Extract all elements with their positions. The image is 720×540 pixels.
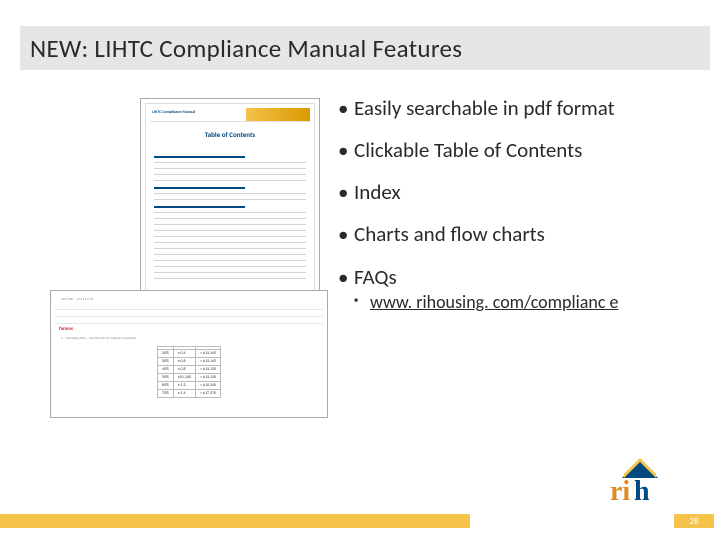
footer-accent-bar bbox=[0, 514, 470, 528]
bullet-list-container: Easily searchable in pdf format Clickabl… bbox=[338, 96, 696, 331]
feature-bullets: Easily searchable in pdf format Clickabl… bbox=[338, 96, 696, 313]
sub-bullet-item: www. rihousing. com/complianc e bbox=[354, 293, 696, 313]
doc-mini-table: 20%x 0.4= $13,145 30%x 0.6= $13,145 40%x… bbox=[157, 346, 221, 398]
bullet-item: Index bbox=[338, 180, 696, 204]
page-number: 28 bbox=[674, 514, 714, 528]
slide-title-bar: NEW: LIHTC Compliance Manual Features bbox=[20, 26, 710, 70]
compliance-link[interactable]: www. rihousing. com/complianc e bbox=[370, 291, 618, 313]
bullet-item: Charts and flow charts bbox=[338, 222, 696, 246]
bullet-item: FAQs www. rihousing. com/complianc e bbox=[338, 265, 696, 313]
bullet-item: Easily searchable in pdf format bbox=[338, 96, 696, 120]
doc-brand-label: fannos bbox=[55, 324, 323, 334]
svg-text:h: h bbox=[634, 476, 650, 506]
sub-bullets: www. rihousing. com/complianc e bbox=[354, 293, 696, 313]
doc-toc-label: Table of Contents bbox=[146, 130, 314, 139]
doc-header-label: LIHTC Compliance Manual bbox=[152, 110, 195, 115]
svg-text:ri: ri bbox=[610, 476, 630, 506]
toc-document-thumbnail: LIHTC Compliance Manual Table of Content… bbox=[140, 98, 320, 314]
bullet-label: FAQs bbox=[354, 264, 397, 290]
bullet-item: Clickable Table of Contents bbox=[338, 138, 696, 162]
table-document-thumbnail: 2015 HUD 1 2 3 4 5 6 7 8 fannos 1. Calcu… bbox=[50, 290, 328, 418]
rihousing-logo-icon: ri h bbox=[604, 450, 666, 506]
slide-title: NEW: LIHTC Compliance Manual Features bbox=[30, 33, 462, 64]
